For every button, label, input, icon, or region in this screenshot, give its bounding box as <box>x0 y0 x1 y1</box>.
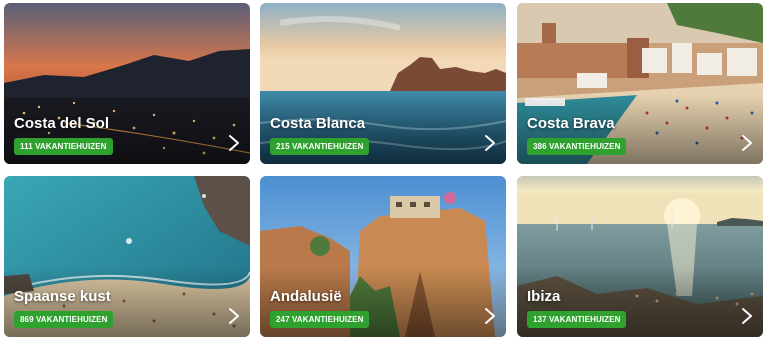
destination-name: Ibiza <box>527 288 561 305</box>
destination-card-andalusie[interactable]: Andalusië 247 VAKANTIEHUIZEN <box>260 176 506 337</box>
destination-name: Spaanse kust <box>14 288 111 305</box>
destination-name: Costa Brava <box>527 115 615 132</box>
vacation-home-count-badge: 111 VAKANTIEHUIZEN <box>14 138 113 155</box>
vacation-home-count-badge: 386 VAKANTIEHUIZEN <box>527 138 627 155</box>
chevron-right-icon[interactable] <box>740 134 754 152</box>
chevron-right-icon[interactable] <box>227 134 241 152</box>
destination-grid: Costa del Sol 111 VAKANTIEHUIZEN Costa B… <box>0 0 768 340</box>
destination-name: Costa del Sol <box>14 115 110 132</box>
destination-name: Costa Blanca <box>270 115 366 132</box>
chevron-right-icon[interactable] <box>740 307 754 325</box>
chevron-right-icon[interactable] <box>227 307 241 325</box>
destination-card-costa-blanca[interactable]: Costa Blanca 215 VAKANTIEHUIZEN <box>260 3 506 164</box>
vacation-home-count-badge: 215 VAKANTIEHUIZEN <box>270 138 370 155</box>
vacation-home-count-badge: 869 VAKANTIEHUIZEN <box>14 311 114 328</box>
chevron-right-icon[interactable] <box>483 307 497 325</box>
destination-card-costa-del-sol[interactable]: Costa del Sol 111 VAKANTIEHUIZEN <box>4 3 250 164</box>
destination-card-costa-brava[interactable]: Costa Brava 386 VAKANTIEHUIZEN <box>517 3 763 164</box>
destination-card-ibiza[interactable]: Ibiza 137 VAKANTIEHUIZEN <box>517 176 763 337</box>
chevron-right-icon[interactable] <box>483 134 497 152</box>
vacation-home-count-badge: 137 VAKANTIEHUIZEN <box>527 311 627 328</box>
vacation-home-count-badge: 247 VAKANTIEHUIZEN <box>270 311 370 328</box>
destination-name: Andalusië <box>270 288 342 305</box>
destination-card-spaanse-kust[interactable]: Spaanse kust 869 VAKANTIEHUIZEN <box>4 176 250 337</box>
